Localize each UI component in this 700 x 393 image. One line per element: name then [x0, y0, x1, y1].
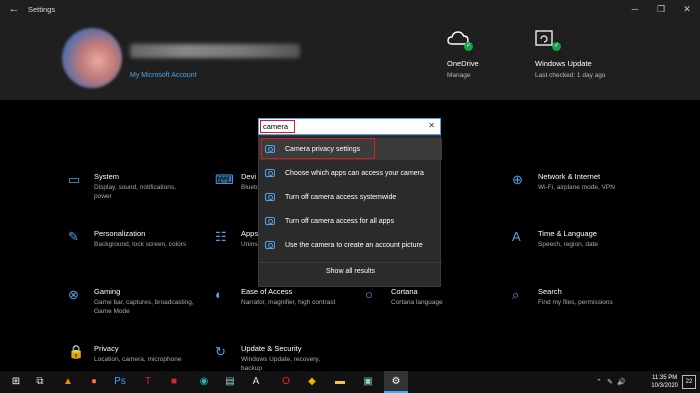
sync-icon: ↻: [215, 344, 226, 359]
search-input[interactable]: camera ✕: [258, 118, 441, 135]
windows-update-subtitle: Last checked: 1 day ago: [535, 72, 606, 79]
laptop-icon: ▭: [68, 172, 81, 187]
pen-icon[interactable]: ✎: [607, 378, 613, 386]
category-description: Wi-Fi, airplane mode, VPN: [538, 184, 615, 191]
category-title: Network & Internet: [538, 172, 601, 181]
search-result-item[interactable]: Choose which apps can access your camera: [259, 162, 442, 184]
onedrive-icon: ✓: [447, 30, 473, 51]
category-title: Personalization: [94, 229, 146, 238]
firefox-icon[interactable]: ●: [86, 374, 102, 390]
title-bar: ← Settings ─ ❐ ✕: [0, 0, 700, 18]
category-title: Gaming: [94, 287, 121, 296]
account-name-blurred: [130, 44, 300, 58]
window-title: Settings: [28, 4, 56, 14]
category-description: Narrator, magnifier, high contrast: [241, 299, 336, 306]
windows-update-title: Windows Update: [535, 59, 592, 68]
onedrive-title: OneDrive: [447, 59, 479, 68]
query-highlight-box: [260, 120, 295, 133]
category-title: Privacy: [94, 344, 119, 353]
search-result-item[interactable]: Use the camera to create an account pict…: [259, 234, 442, 256]
start-icon[interactable]: ⊞: [8, 374, 24, 390]
camera-icon: [265, 241, 275, 249]
search-result-item[interactable]: Turn off camera access systemwide: [259, 186, 442, 208]
taskbar: ⊞ ⧉ ▲ ● Ps T ■ ◉ ▤ A O ◆ ▬ ▣ ⚙ ⌃ ✎ 🔊 11:35 PM 10/3/202…: [0, 371, 700, 393]
search-results-dropdown: Camera privacy settings Choose which app…: [258, 135, 442, 287]
media-icon[interactable]: ■: [166, 374, 182, 390]
result-highlight-box: [261, 138, 375, 159]
clock-date: 10/3/2020: [651, 383, 678, 389]
category-title: Devi: [241, 172, 257, 181]
windows-update-icon: ✓: [535, 30, 561, 51]
minimize-button[interactable]: ─: [622, 0, 648, 18]
category-title: Update & Security: [241, 344, 302, 353]
cortana-icon: ○: [365, 287, 373, 302]
window-controls: ─ ❐ ✕: [622, 0, 700, 18]
settings-header: My Microsoft Account ✓ OneDrive Manage ✓…: [0, 18, 700, 100]
autocad-icon[interactable]: A: [248, 374, 264, 390]
onedrive-subtitle: Manage: [447, 72, 471, 79]
app-icon[interactable]: ◆: [304, 374, 320, 390]
notification-center-icon[interactable]: 22: [682, 375, 696, 389]
time-language-icon: A: [512, 229, 521, 244]
opera-icon[interactable]: O: [278, 374, 294, 390]
search-result-label: Turn off camera access systemwide: [285, 193, 397, 201]
devices-icon: ⌨: [215, 172, 234, 187]
apps-icon: ☷: [215, 229, 227, 244]
category-title: Ease of Access: [241, 287, 293, 296]
clock-time: 11:35 PM: [652, 375, 678, 381]
photoshop-icon[interactable]: Ps: [112, 374, 128, 390]
windows-update-tile[interactable]: ✓ Windows Update Last checked: 1 day ago: [535, 30, 625, 80]
back-arrow-icon[interactable]: ←: [0, 3, 28, 15]
close-button[interactable]: ✕: [674, 0, 700, 18]
edge-icon[interactable]: ◉: [196, 374, 212, 390]
tool-icon[interactable]: T: [140, 374, 156, 390]
category-title: Apps: [241, 229, 259, 238]
clock[interactable]: 11:35 PM 10/3/2020: [651, 374, 678, 390]
search-result-label: Use the camera to create an account pict…: [285, 241, 423, 249]
folder-icon[interactable]: ▬: [332, 374, 348, 390]
category-description: Find my files, permissions: [538, 299, 613, 306]
search-result-item[interactable]: Turn off camera access for all apps: [259, 210, 442, 232]
task-view-icon[interactable]: ⧉: [32, 374, 48, 390]
camera-icon: [265, 169, 275, 177]
vlc-icon[interactable]: ▲: [60, 374, 76, 390]
category-description: Game bar, captures, broadcasting, Game M…: [94, 299, 194, 315]
category-title: Time & Language: [538, 229, 597, 238]
settings-icon[interactable]: ⚙: [388, 374, 404, 390]
category-description: Cortana language: [391, 299, 443, 306]
camera-icon: [265, 217, 275, 225]
camera-icon: [265, 193, 275, 201]
category-description: Speech, region, date: [538, 241, 598, 248]
category-description: Background, lock screen, colors: [94, 241, 187, 248]
avatar[interactable]: [62, 28, 122, 88]
ease-of-access-icon: ◐: [215, 287, 223, 302]
search-icon: ⌕: [512, 287, 520, 302]
onedrive-tile[interactable]: ✓ OneDrive Manage: [447, 30, 537, 80]
divider: [259, 262, 442, 263]
xbox-icon: ⊗: [68, 287, 79, 302]
paintbrush-icon: ✎: [68, 229, 79, 244]
notepad-icon[interactable]: ▤: [222, 374, 238, 390]
volume-icon[interactable]: 🔊: [617, 378, 626, 386]
search-result-label: Turn off camera access for all apps: [285, 217, 394, 225]
lock-icon: 🔒: [68, 344, 85, 359]
globe-icon: ⊕: [512, 172, 523, 187]
category-title: Search: [538, 287, 562, 296]
category-title: System: [94, 172, 120, 181]
search-result-label: Choose which apps can access your camera: [285, 169, 424, 177]
show-all-results-link[interactable]: Show all results: [259, 268, 442, 275]
microsoft-account-link[interactable]: My Microsoft Account: [130, 72, 197, 79]
category-title: Cortana: [391, 287, 418, 296]
maximize-button[interactable]: ❐: [648, 0, 674, 18]
window-icon[interactable]: ▣: [360, 374, 376, 390]
category-description: Location, camera, microphone: [94, 356, 182, 363]
clear-icon[interactable]: ✕: [428, 121, 435, 130]
tray-caret-icon[interactable]: ⌃: [596, 378, 602, 386]
category-description: Display, sound, notifications, power: [94, 184, 176, 200]
